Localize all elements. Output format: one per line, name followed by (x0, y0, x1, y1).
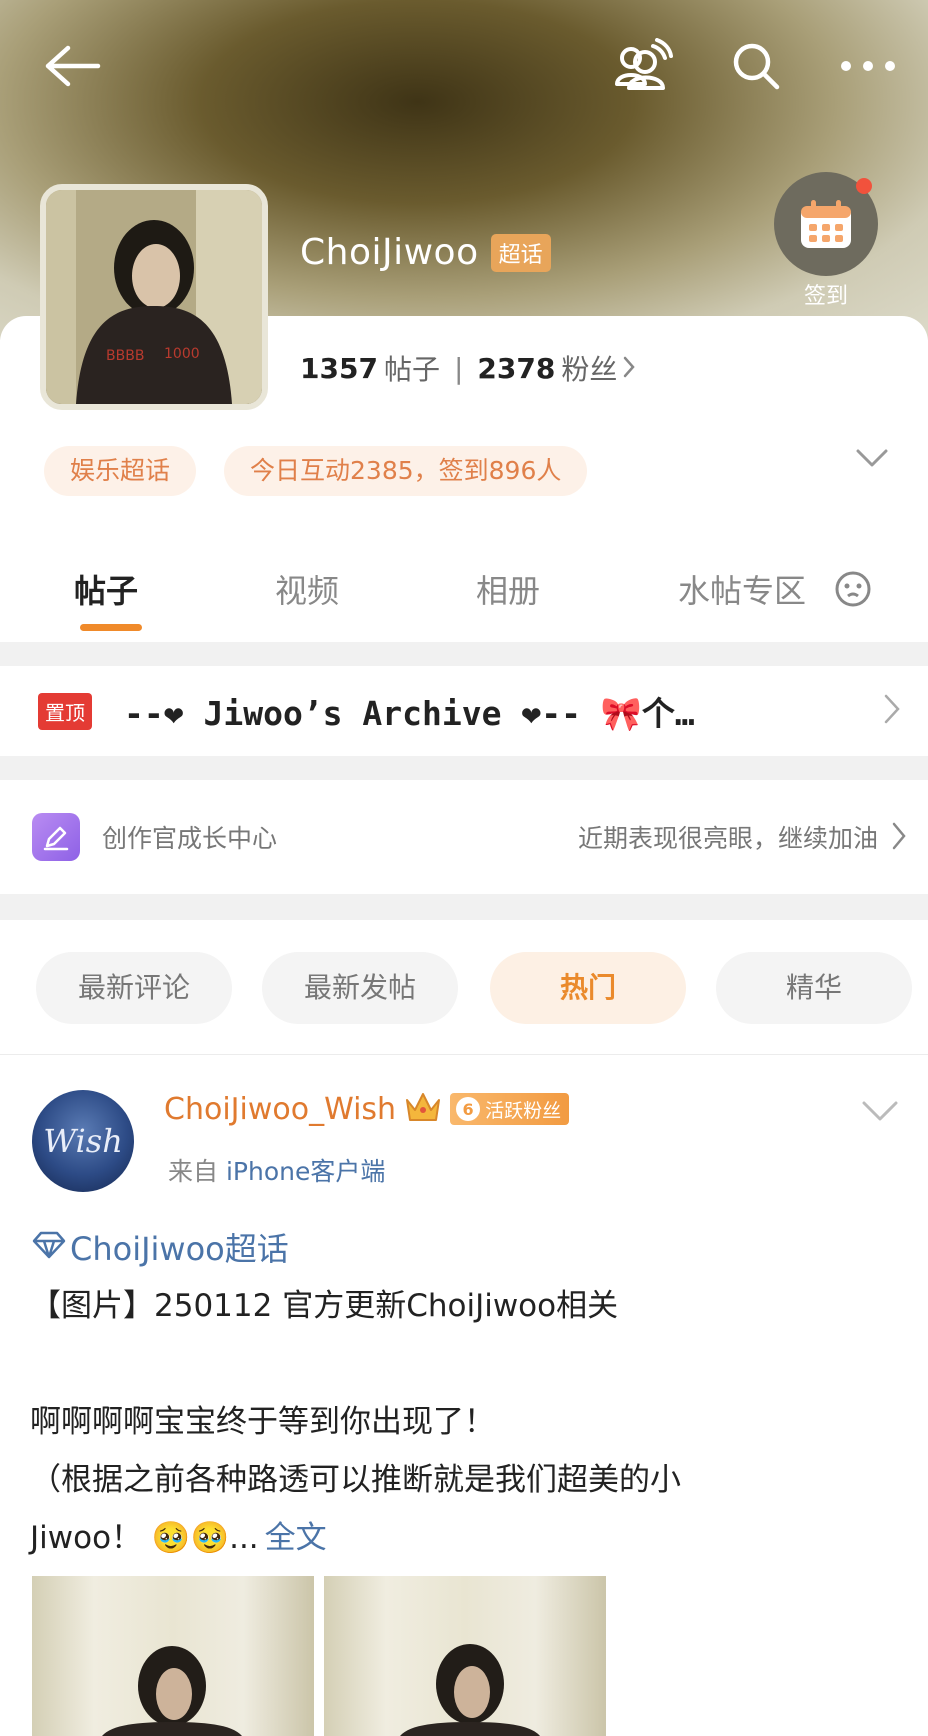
post-author-name[interactable]: ChoiJiwoo_Wish (164, 1092, 396, 1127)
post-text-line: Jiwoo！ 🥹🥹... 全文 (30, 1512, 900, 1557)
post-image[interactable] (32, 1576, 314, 1736)
post-text-line: 啊啊啊啊宝宝终于等到你出现了！ (30, 1404, 495, 1440)
pinned-post[interactable]: 置顶 --❤ Jiwoo’s Archive ❤-- 🎀个… (0, 666, 928, 756)
post-author-avatar[interactable]: Wish (32, 1090, 134, 1192)
checkin-circle[interactable] (774, 172, 878, 276)
topic-avatar: BBBB 1000 (40, 184, 268, 410)
tab-posts[interactable]: 帖子 (74, 566, 138, 612)
post-text-line: 【图片】250112 官方更新ChoiJiwoo相关 (30, 1288, 619, 1324)
tab-videos[interactable]: 视频 (275, 566, 339, 612)
chevron-right-icon (892, 822, 906, 854)
search-icon[interactable] (720, 30, 792, 102)
filter-latest-posts[interactable]: 最新发帖 (262, 952, 458, 1024)
checkin-label: 签到 (803, 284, 848, 309)
topic-title-row: ChoiJiwoo 超话 (300, 232, 551, 273)
checkin-button[interactable]: 签到 (772, 172, 880, 310)
full-text-link[interactable]: 全文 (265, 1520, 327, 1556)
pen-icon (32, 813, 80, 861)
post-text-tail: Jiwoo！ 🥹🥹... (30, 1520, 259, 1556)
posts-count: 1357 (300, 351, 378, 385)
group-chat-icon[interactable] (607, 30, 679, 102)
chevron-down-icon[interactable] (856, 448, 888, 472)
active-tab-indicator (80, 624, 142, 631)
post-image[interactable] (324, 1576, 606, 1736)
more-icon[interactable] (832, 30, 904, 102)
post-author-row: ChoiJiwoo_Wish 6 活跃粉丝 (164, 1090, 570, 1128)
chevron-down-icon[interactable] (862, 1100, 898, 1126)
chevron-right-icon (623, 352, 636, 385)
tab-albums[interactable]: 相册 (476, 566, 540, 612)
topic-tags: 娱乐超话 今日互动2385，签到896人 (44, 446, 615, 496)
fan-badge-text: 活跃粉丝 (485, 1099, 562, 1122)
fan-level: 6 (456, 1097, 481, 1121)
post-source: 来自 iPhone客户端 (168, 1152, 385, 1188)
pinned-title: --❤ Jiwoo’s Archive ❤-- 🎀个… (124, 694, 695, 733)
sort-filters: 最新评论 最新发帖 热门 精华 (0, 952, 928, 1024)
notification-dot (856, 178, 872, 194)
calendar-icon (801, 200, 851, 248)
svg-text:1000: 1000 (164, 346, 200, 362)
crown-icon (404, 1090, 442, 1128)
section-gap (0, 756, 928, 780)
creator-center-message: 近期表现很亮眼，继续加油 (577, 824, 878, 853)
category-tag[interactable]: 娱乐超话 (44, 446, 197, 496)
fans-count: 2378 (477, 351, 556, 385)
super-topic-badge: 超话 (490, 233, 551, 272)
emoji-face-icon (834, 570, 872, 612)
pinned-badge: 置顶 (38, 692, 92, 730)
diamond-icon (32, 1231, 66, 1263)
divider (0, 1054, 928, 1055)
posts-unit: 帖子 (383, 353, 440, 386)
topic-link-text: ChoiJiwoo超话 (70, 1230, 289, 1268)
post-text-line: （根据之前各种路透可以推断就是我们超美的小 (30, 1462, 681, 1498)
back-arrow-icon[interactable] (36, 30, 108, 102)
tab-water-posts[interactable]: 水帖专区 (678, 566, 806, 612)
fan-level-badge: 6 活跃粉丝 (450, 1093, 570, 1125)
section-gap (0, 894, 928, 920)
svg-text:BBBB: BBBB (106, 348, 144, 364)
top-bar (0, 30, 928, 102)
creator-center-banner[interactable]: 创作官成长中心 近期表现很亮眼，继续加油 (0, 780, 928, 894)
topic-title: ChoiJiwoo (300, 232, 479, 273)
section-gap (0, 642, 928, 666)
stats-separator: | (453, 351, 464, 385)
activity-tag[interactable]: 今日互动2385，签到896人 (224, 446, 588, 496)
topic-stats[interactable]: 1357 帖子 | 2378 粉丝 (300, 348, 636, 388)
filter-hot[interactable]: 热门 (490, 952, 686, 1024)
fans-unit: 粉丝 (561, 353, 618, 386)
creator-center-label: 创作官成长中心 (102, 824, 278, 853)
topic-link[interactable]: ChoiJiwoo超话 (32, 1224, 289, 1270)
source-prefix: 来自 (168, 1157, 219, 1186)
avatar-logo-text: Wish (43, 1122, 123, 1160)
filter-latest-comments[interactable]: 最新评论 (36, 952, 232, 1024)
filter-featured[interactable]: 精华 (716, 952, 912, 1024)
source-client: iPhone客户端 (225, 1157, 386, 1186)
chevron-right-icon (884, 694, 900, 728)
